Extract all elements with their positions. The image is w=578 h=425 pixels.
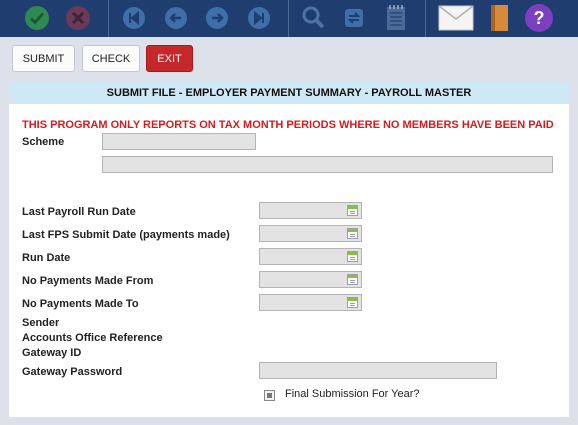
checkbox-indicator (267, 393, 272, 398)
no-payments-to-label: No Payments Made To (22, 298, 139, 310)
final-submission-label: Final Submission For Year? (285, 388, 420, 400)
toolbar-separator (425, 0, 426, 37)
last-fps-submit-date-label: Last FPS Submit Date (payments made) (22, 229, 230, 241)
run-date-label: Run Date (22, 252, 71, 264)
check-icon[interactable] (22, 3, 52, 33)
accounts-office-reference-label: Accounts Office Reference (22, 332, 163, 344)
warning-message: THIS PROGRAM ONLY REPORTS ON TAX MONTH P… (22, 119, 554, 131)
last-payroll-run-date-field[interactable] (259, 202, 362, 219)
no-payments-to-field[interactable] (259, 294, 362, 311)
sender-label: Sender (22, 317, 60, 329)
submit-button[interactable]: SUBMIT (12, 45, 75, 72)
main-toolbar: ? (0, 0, 578, 37)
help-icon[interactable]: ? (524, 3, 554, 33)
next-record-icon[interactable] (202, 3, 232, 33)
action-bar: SUBMIT CHECK EXIT (0, 37, 578, 79)
scheme-label: Scheme (22, 136, 65, 148)
first-record-icon[interactable] (119, 3, 149, 33)
exit-button[interactable]: EXIT (146, 45, 193, 72)
last-fps-submit-date-field[interactable] (259, 225, 362, 242)
last-payroll-run-date-label: Last Payroll Run Date (22, 206, 136, 218)
calendar-icon[interactable] (347, 297, 358, 308)
gateway-password-label: Gateway Password (22, 366, 123, 378)
check-button[interactable]: CHECK (82, 45, 140, 72)
gateway-password-input[interactable] (259, 362, 497, 379)
help-glyph: ? (534, 8, 545, 28)
calendar-icon[interactable] (347, 251, 358, 262)
calendar-icon[interactable] (347, 205, 358, 216)
calendar-icon[interactable] (347, 274, 358, 285)
toolbar-separator (108, 0, 109, 37)
scheme-input[interactable] (102, 133, 256, 150)
book-icon[interactable] (484, 3, 514, 33)
cancel-icon[interactable] (63, 3, 93, 33)
last-record-icon[interactable] (244, 3, 274, 33)
gateway-id-label: Gateway ID (22, 347, 82, 359)
panel-title: SUBMIT FILE - EMPLOYER PAYMENT SUMMARY -… (9, 82, 569, 104)
no-payments-from-field[interactable] (259, 271, 362, 288)
previous-record-icon[interactable] (161, 3, 191, 33)
search-icon[interactable] (298, 3, 328, 33)
refresh-icon[interactable] (339, 3, 369, 33)
mail-icon[interactable] (437, 3, 475, 33)
submission-panel: SUBMIT FILE - EMPLOYER PAYMENT SUMMARY -… (9, 82, 569, 417)
notepad-icon[interactable] (381, 3, 411, 33)
no-payments-from-label: No Payments Made From (22, 275, 154, 287)
run-date-field[interactable] (259, 248, 362, 265)
calendar-icon[interactable] (347, 228, 358, 239)
toolbar-separator (288, 0, 289, 37)
scheme-description-field (102, 156, 553, 173)
final-submission-checkbox[interactable] (264, 390, 275, 401)
